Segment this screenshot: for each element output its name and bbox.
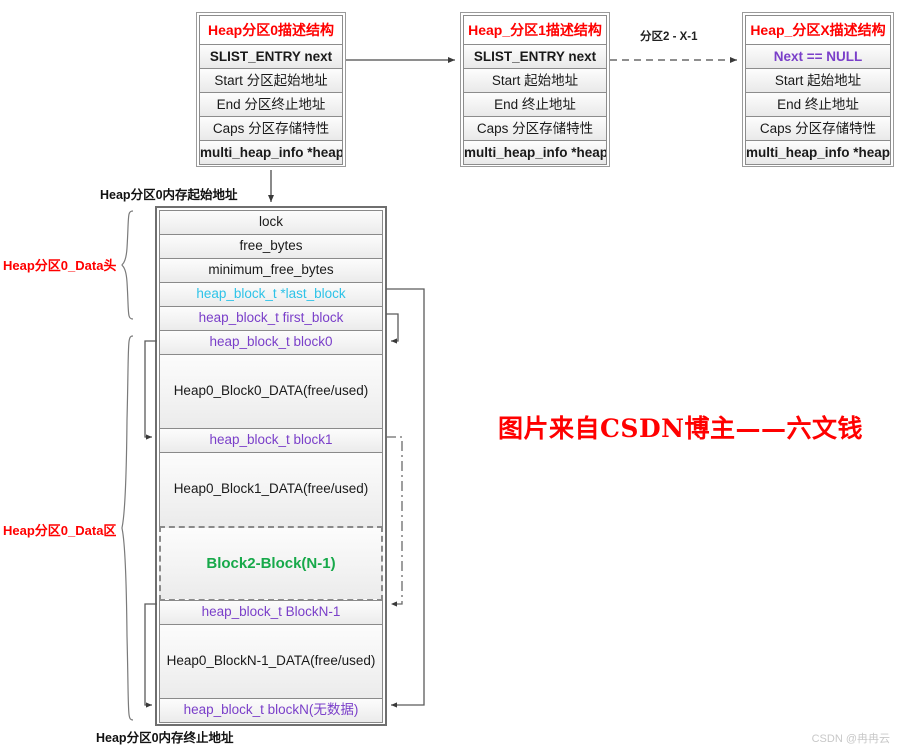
partition-struct-x-row-start: Start 起始地址 — [745, 68, 891, 93]
heap-row-block1: heap_block_t block1 — [159, 428, 383, 453]
partition-struct-1-row-caps: Caps 分区存储特性 — [463, 116, 607, 141]
heap-row-blockN: heap_block_t blockN(无数据) — [159, 698, 383, 723]
partition-struct-1-row-heap: multi_heap_info *heap — [463, 140, 607, 165]
partition-struct-1-row-end: End 终止地址 — [463, 92, 607, 117]
heap-data-region-bracket-label: Heap分区0_Data区 — [3, 523, 117, 538]
heap-memory-column: lock free_bytes minimum_free_bytes heap_… — [155, 206, 387, 726]
heap-row-last-block: heap_block_t *last_block — [159, 282, 383, 307]
heap-row-blocks-ellipsis: Block2-Block(N-1) — [159, 526, 383, 601]
partition-struct-1-row-start: Start 起始地址 — [463, 68, 607, 93]
partition-struct-0-row-heap: multi_heap_info *heap — [199, 140, 343, 165]
link-last-block-to-blockN — [386, 288, 425, 708]
partition-struct-0-row-end: End 分区终止地址 — [199, 92, 343, 117]
heap-start-address-label: Heap分区0内存起始地址 — [100, 188, 238, 202]
heap-row-block0: heap_block_t block0 — [159, 330, 383, 355]
link-arrow-label: 分区2 - X-1 — [640, 31, 698, 43]
partition-struct-x-row-heap: multi_heap_info *heap — [745, 140, 891, 165]
partition-struct-0-row-caps: Caps 分区存储特性 — [199, 116, 343, 141]
partition-struct-1-title: Heap_分区1描述结构 — [463, 15, 607, 45]
heap-row-min-free-bytes: minimum_free_bytes — [159, 258, 383, 283]
link-first-block-to-block0 — [386, 313, 399, 344]
partition-struct-0: Heap分区0描述结构 SLIST_ENTRY next Start 分区起始地… — [196, 12, 346, 167]
partition-struct-x: Heap_分区X描述结构 Next == NULL Start 起始地址 End… — [742, 12, 894, 167]
partition-struct-x-title: Heap_分区X描述结构 — [745, 15, 891, 45]
heap-row-blockN-1-data: Heap0_BlockN-1_DATA(free/used) — [159, 624, 383, 699]
heap-data-header-bracket-label: Heap分区0_Data头 — [3, 258, 117, 273]
partition-struct-0-title: Heap分区0描述结构 — [199, 15, 343, 45]
csdn-watermark: CSDN @冉冉云 — [811, 733, 890, 745]
diagram-canvas: Heap分区0描述结构 SLIST_ENTRY next Start 分区起始地… — [0, 0, 899, 752]
heap-end-address-label: Heap分区0内存终止地址 — [96, 731, 234, 745]
partition-struct-0-row-start: Start 分区起始地址 — [199, 68, 343, 93]
heap-row-first-block: heap_block_t first_block — [159, 306, 383, 331]
bracket-data-region — [121, 335, 134, 721]
partition-struct-0-row-next: SLIST_ENTRY next — [199, 44, 343, 69]
heap-row-lock: lock — [159, 210, 383, 235]
heap-row-block0-data: Heap0_Block0_DATA(free/used) — [159, 354, 383, 429]
partition-struct-x-row-next: Next == NULL — [745, 44, 891, 69]
partition-struct-1-row-next: SLIST_ENTRY next — [463, 44, 607, 69]
partition-struct-x-row-end: End 终止地址 — [745, 92, 891, 117]
heap-row-blockN-1: heap_block_t BlockN-1 — [159, 600, 383, 625]
partition-struct-x-row-caps: Caps 分区存储特性 — [745, 116, 891, 141]
link-block1-to-blockN-1 — [386, 436, 403, 607]
heap-row-free-bytes: free_bytes — [159, 234, 383, 259]
csdn-attribution-banner: 图片来自CSDN博主——六文钱 — [498, 414, 863, 443]
partition-struct-1: Heap_分区1描述结构 SLIST_ENTRY next Start 起始地址… — [460, 12, 610, 167]
heap-row-block1-data: Heap0_Block1_DATA(free/used) — [159, 452, 383, 527]
bracket-data-header — [121, 210, 134, 320]
